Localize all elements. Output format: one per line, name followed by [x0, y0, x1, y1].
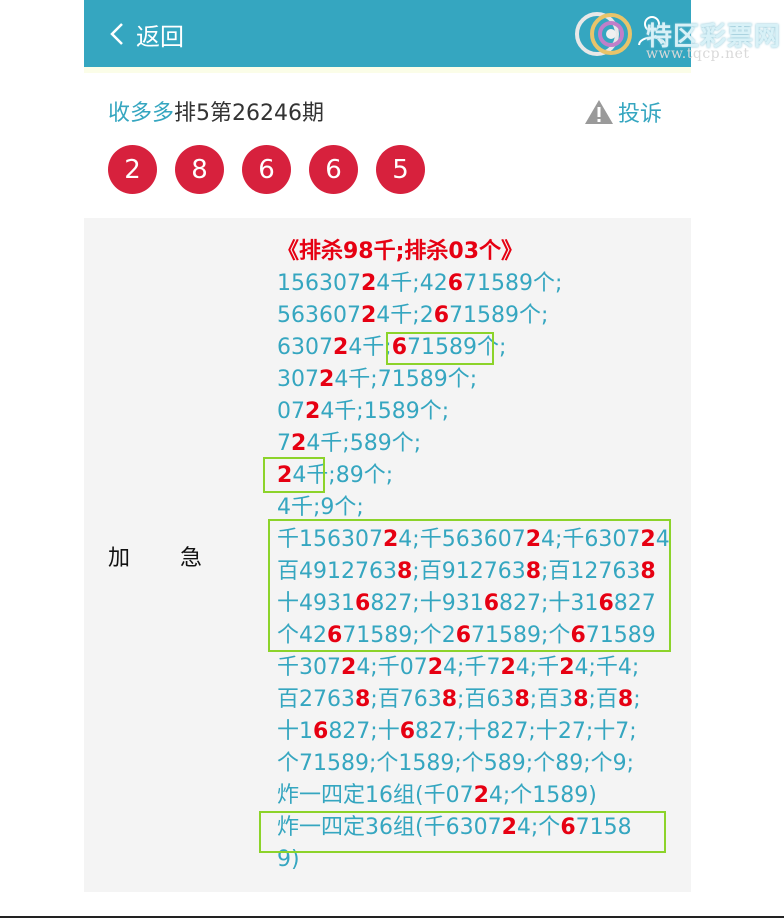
highlight-digit: 8 [617, 687, 634, 712]
highlight-digit: 2 [360, 303, 377, 328]
highlight-digit: 2 [473, 783, 489, 808]
prediction-text-segment: 4千;2 [376, 303, 434, 328]
logo-swirl-icon [575, 12, 632, 56]
highlight-digit: 8 [355, 687, 371, 712]
highlight-box [386, 332, 494, 365]
highlight-digit: 6 [399, 719, 416, 744]
highlight-box [259, 811, 666, 853]
prediction-title: 《排杀98千;排杀03个》 [277, 239, 524, 264]
prediction-text-segment: 4;千 [515, 655, 560, 680]
highlight-digit: 2 [427, 655, 444, 680]
prediction-text-segment: 百2763 [277, 687, 355, 712]
header-strip [84, 67, 691, 73]
prediction-text-segment: 千307 [277, 655, 341, 680]
highlight-digit: 2 [319, 367, 335, 392]
prediction-line: 0724千;1589个; [277, 396, 677, 428]
complain-label: 投诉 [618, 102, 663, 127]
back-button[interactable]: 返回 [108, 14, 184, 54]
prediction-text-segment: 个71589;个1589;个589;个89;个9; [277, 751, 635, 776]
prediction-text-segment: 4;千7 [443, 655, 501, 680]
prediction-line: 个71589;个1589;个589;个89;个9; [277, 748, 677, 780]
prediction-text-segment: 307 [277, 367, 319, 392]
result-ball: 6 [242, 145, 291, 194]
category-label-char: 急 [180, 546, 203, 571]
highlight-digit: 6 [433, 303, 450, 328]
prediction-text-segment: 4;千07 [356, 655, 428, 680]
back-label: 返回 [136, 22, 184, 51]
prediction-line: 15630724千;42671589个; [277, 268, 677, 300]
prediction-line: 56360724千;2671589个; [277, 300, 677, 332]
highlight-box [263, 457, 325, 493]
highlight-digit: 2 [333, 335, 349, 360]
prediction-text-segment: 6307 [277, 335, 333, 360]
highlight-digit: 2 [500, 655, 516, 680]
prediction-text-segment: 4千;71589个; [334, 367, 478, 392]
prediction-text-segment: 827;十827;十27;十7; [415, 719, 637, 744]
prediction-text-segment: 4千;1589个; [320, 399, 450, 424]
title-issue: 排5第26246期 [174, 101, 324, 126]
prediction-text-segment: 4;个1589) [488, 783, 597, 808]
bottom-divider [0, 916, 784, 918]
draw-result-balls: 2 8 6 6 5 [108, 145, 443, 194]
highlight-digit: 6 [447, 271, 464, 296]
prediction-text-segment: 4;千4; [574, 655, 640, 680]
prediction-text-segment: ;百 [588, 687, 618, 712]
title-source[interactable]: 收多多 [108, 101, 174, 126]
result-ball: 5 [376, 145, 425, 194]
prediction-text-segment: ;百3 [529, 687, 574, 712]
prediction-text-segment: 71589个; [463, 271, 563, 296]
prediction-line: 《排杀98千;排杀03个》 [277, 236, 677, 268]
prediction-text-segment: 07 [277, 399, 305, 424]
highlight-digit: 8 [441, 687, 458, 712]
prediction-line: 炸一四定16组(千0724;个1589) [277, 780, 677, 812]
prediction-text-segment: 4千;42 [376, 271, 448, 296]
category-label: 加急 [108, 540, 202, 572]
logo-url: www.tqcp.net [646, 46, 750, 62]
chevron-left-icon [110, 23, 123, 45]
prediction-line: 724千;589个; [277, 428, 677, 460]
highlight-digit: 2 [559, 655, 575, 680]
highlight-digit: 8 [573, 687, 589, 712]
prediction-text-segment: ;百763 [370, 687, 442, 712]
highlight-digit: 2 [291, 431, 307, 456]
prediction-text-segment: 十1 [277, 719, 313, 744]
highlight-digit: 2 [360, 271, 377, 296]
result-ball: 2 [108, 145, 157, 194]
prediction-text-segment: 71589个; [449, 303, 549, 328]
prediction-text-segment: ;百63 [457, 687, 515, 712]
prediction-text-segment: 827;十 [328, 719, 400, 744]
prediction-line: 24千;89个; [277, 460, 677, 492]
highlight-box [268, 519, 671, 652]
warning-icon [585, 100, 613, 124]
highlight-digit: 6 [313, 719, 329, 744]
prediction-text-segment: 4千;589个; [306, 431, 422, 456]
prediction-text-segment: ; [633, 687, 641, 712]
prediction-text-segment: 563607 [277, 303, 361, 328]
prediction-text-segment: 156307 [277, 271, 361, 296]
prediction-line: 30724千;71589个; [277, 364, 677, 396]
page-title: 收多多排5第26246期 [108, 95, 324, 127]
result-ball: 6 [309, 145, 358, 194]
prediction-line: 百27638;百7638;百638;百38;百8; [277, 684, 677, 716]
category-label-char: 加 [108, 546, 131, 571]
result-ball: 8 [175, 145, 224, 194]
prediction-text-segment: 7 [277, 431, 291, 456]
prediction-text-segment: 4千;9个; [277, 495, 364, 520]
highlight-digit: 2 [305, 399, 321, 424]
prediction-line: 千30724;千0724;千724;千24;千4; [277, 652, 677, 684]
complain-button[interactable]: 投诉 [584, 96, 662, 128]
highlight-digit: 2 [341, 655, 357, 680]
highlight-digit: 8 [514, 687, 530, 712]
prediction-line: 十16827;十6827;十827;十27;十7; [277, 716, 677, 748]
prediction-text-segment: 炸一四定16组(千07 [277, 783, 474, 808]
